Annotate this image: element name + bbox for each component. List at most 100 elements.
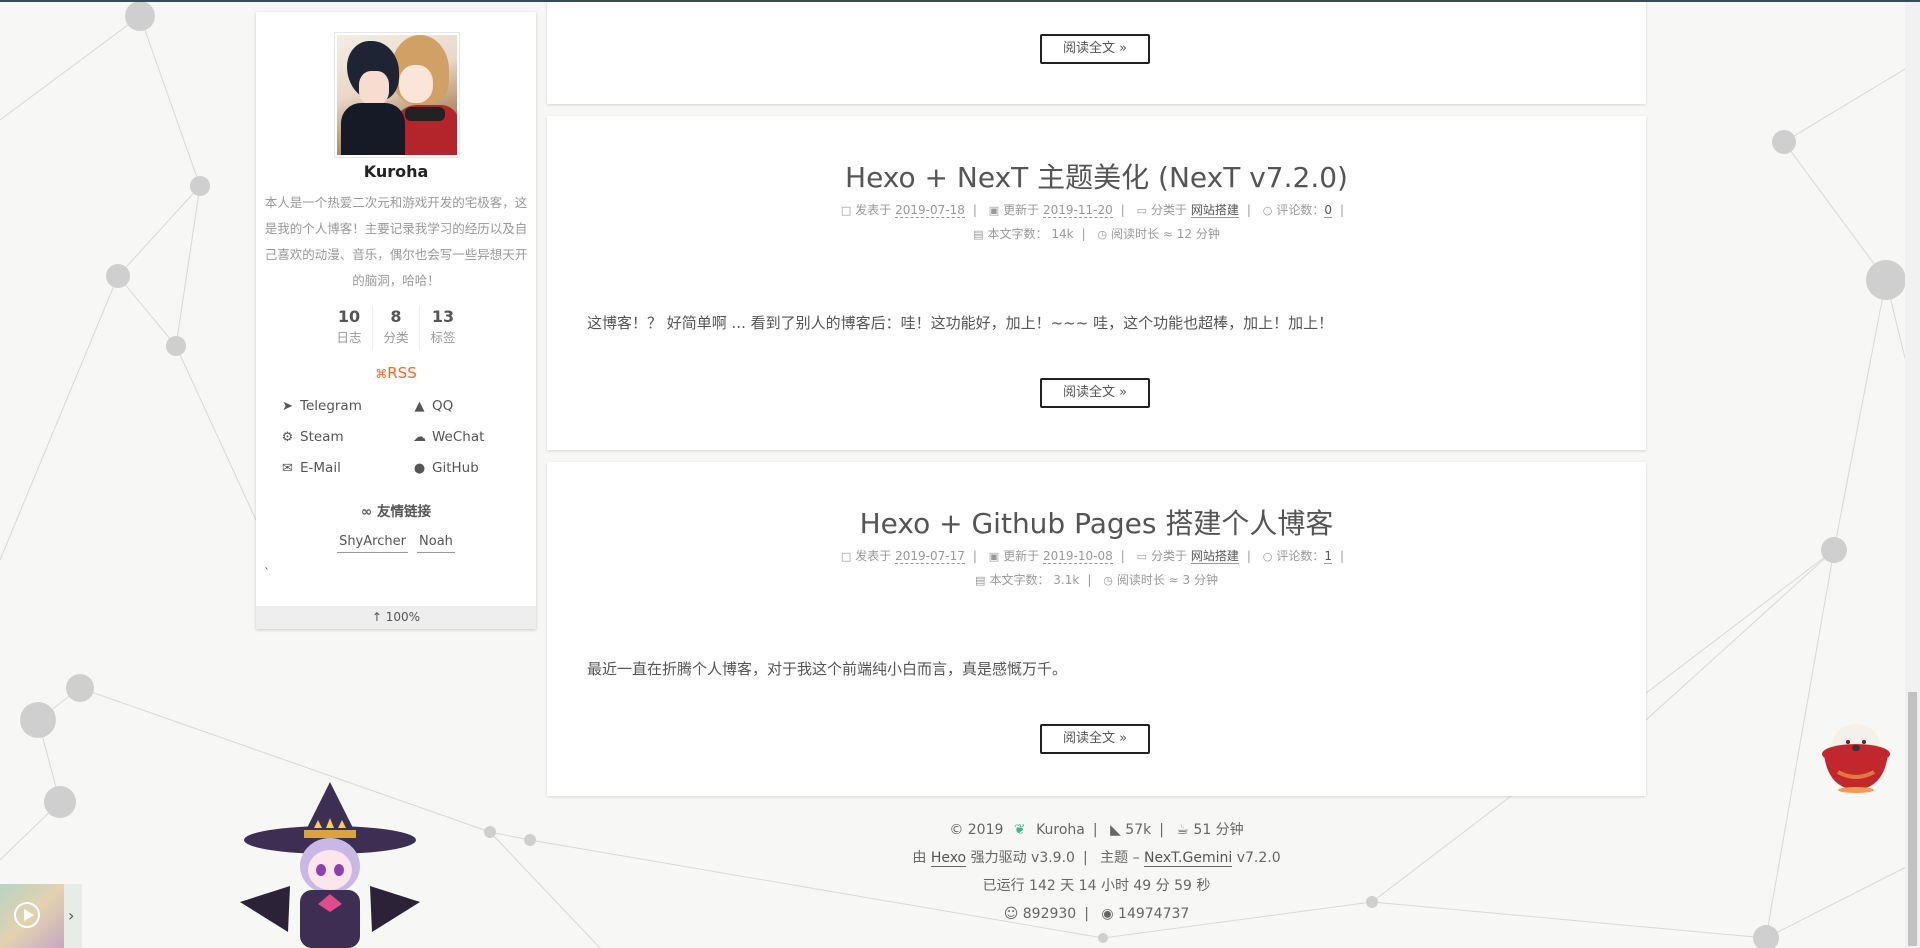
social-github[interactable]: ● GitHub <box>412 460 479 476</box>
friend-link-shyarcher[interactable]: ShyArcher <box>337 532 408 553</box>
site-author-name: Kuroha <box>363 162 429 181</box>
footer-powered-line: 由 Hexo 强力驱动 v3.9.0 | 主题 – NexT.Gemini v7.… <box>912 850 1281 867</box>
footer-total-time: 51 分钟 <box>1193 822 1244 838</box>
read-more-button[interactable]: 阅读全文 » <box>1040 34 1150 64</box>
music-player[interactable]: › <box>0 884 82 948</box>
meta-label: 评论数： <box>1276 203 1325 217</box>
footer-busuanzi-line: ☺ 892930 | ◉ 14974737 <box>1003 906 1190 922</box>
user-icon: ☺ <box>1003 906 1019 922</box>
post-meta: □ 发表于 2019-07-17 | ▣ 更新于 2019-10-08 | ▭ 分类于 网… <box>547 544 1646 569</box>
social-qq[interactable]: ▲ QQ <box>412 398 454 414</box>
friend-links: ShyArcher Noah <box>256 530 536 553</box>
social-email[interactable]: ✉ E-Mail <box>280 460 341 476</box>
meta-label: 更新于 <box>1003 203 1040 217</box>
site-state: 10 日志 8 分类 13 标签 <box>326 306 466 350</box>
post-title[interactable]: Hexo + Github Pages 搭建个人博客 <box>547 502 1646 542</box>
stat-categories[interactable]: 8 分类 <box>372 306 419 350</box>
view-count: 14974737 <box>1118 906 1190 922</box>
sidebar: Kuroha 本人是一个热爱二次元和游戏开发的宅极客，这是我的个人博客！主要记录… <box>256 12 536 629</box>
play-icon[interactable] <box>14 902 40 928</box>
chevron-right-icon[interactable]: › <box>68 906 74 925</box>
clock-icon: ◷ <box>1097 228 1108 241</box>
social-steam[interactable]: ⚙ Steam <box>280 429 344 445</box>
back-to-top[interactable]: ↑ 100% <box>256 606 536 629</box>
player-cover <box>0 884 64 948</box>
calendar-icon: □ <box>840 204 852 217</box>
mascot-dog-in-bowl[interactable] <box>1818 710 1894 794</box>
theme-prefix: 主题 – <box>1100 850 1140 866</box>
stat-label: 标签 <box>430 330 456 345</box>
theme-link[interactable]: NexT.Gemini <box>1144 850 1233 867</box>
post-category-link[interactable]: 网站搭建 <box>1190 549 1239 564</box>
read-more-button[interactable]: 阅读全文 » <box>1040 724 1150 754</box>
social-label: WeChat <box>432 429 485 445</box>
rss-label: RSS <box>387 364 417 382</box>
post-wordcount: 14k <box>1051 227 1074 241</box>
visitor-count: 892930 <box>1022 906 1077 922</box>
social-label: GitHub <box>432 460 479 476</box>
post-title[interactable]: Hexo + NexT 主题美化 (NexT v7.2.0) <box>547 156 1646 196</box>
top-accent-bar <box>0 0 1920 2</box>
meta-label: 分类于 <box>1151 203 1188 217</box>
meta-label: 发表于 <box>855 549 892 563</box>
post-category-link[interactable]: 网站搭建 <box>1190 203 1239 218</box>
stat-label: 分类 <box>383 330 409 345</box>
stat-count: 8 <box>390 307 402 326</box>
live2d-witch-mascot[interactable] <box>230 782 430 948</box>
scrollbar-thumb[interactable] <box>1908 692 1917 946</box>
social-telegram[interactable]: ➤ Telegram <box>280 398 362 414</box>
rss-link[interactable]: ⌘RSS <box>256 364 536 382</box>
post-card: 阅读全文 » <box>547 0 1646 104</box>
steam-icon: ⚙ <box>281 429 294 445</box>
scroll-percent: 100% <box>385 610 421 624</box>
powered-suffix: 强力驱动 v3.9.0 <box>970 850 1075 866</box>
post-meta: □ 发表于 2019-07-18 | ▣ 更新于 2019-11-20 | ▭ 分类于 网… <box>547 198 1646 223</box>
file-icon: ▤ <box>973 228 984 241</box>
footer-author: Kuroha <box>1036 822 1085 838</box>
post-comments-count[interactable]: 0 <box>1324 203 1333 218</box>
post-card: Hexo + NexT 主题美化 (NexT v7.2.0) □ 发表于 2019… <box>547 116 1646 450</box>
footer-total-words: 57k <box>1125 822 1152 838</box>
post-date: 2019-07-17 <box>895 549 965 564</box>
social-wechat[interactable]: ☁ WeChat <box>412 429 484 445</box>
read-more-button[interactable]: 阅读全文 » <box>1040 378 1150 408</box>
meta-label: 本文字数： <box>987 227 1048 241</box>
stat-posts[interactable]: 10 日志 <box>326 306 372 350</box>
link-icon: ∞ <box>361 504 373 520</box>
social-label: QQ <box>432 398 454 414</box>
post-card: Hexo + Github Pages 搭建个人博客 □ 发表于 2019-07-… <box>547 462 1646 796</box>
post-wordcount-meta: ▤ 本文字数： 3.1k | ◷ 阅读时长 ≈ 3 分钟 <box>547 568 1646 593</box>
scrollbar[interactable] <box>1905 0 1920 948</box>
stat-count: 10 <box>337 307 361 326</box>
post-comments-count[interactable]: 1 <box>1324 549 1333 564</box>
chart-area-icon: ◣ <box>1110 822 1121 838</box>
comment-icon: ○ <box>1262 550 1273 563</box>
meta-label: 阅读时长 ≈ <box>1116 573 1179 587</box>
stray-text: ` <box>264 566 270 580</box>
powered-prefix: 由 <box>912 850 927 866</box>
social-label: Telegram <box>300 398 362 414</box>
clock-icon: ◷ <box>1103 574 1113 587</box>
copyright: © 2019 <box>949 822 1004 838</box>
friend-link-noah[interactable]: Noah <box>417 532 455 553</box>
site-footer: © 2019 ❦ Kuroha | ◣ 57k | ☕ 51 分钟 由 Hexo 强… <box>547 816 1646 928</box>
stat-tags[interactable]: 13 标签 <box>419 306 466 350</box>
meta-label: 更新于 <box>1003 549 1040 563</box>
social-label: Steam <box>300 429 344 445</box>
meta-label: 发表于 <box>855 203 892 217</box>
leaf-icon: ❦ <box>1013 822 1026 838</box>
hexo-link[interactable]: Hexo <box>930 850 967 867</box>
meta-label: 评论数： <box>1276 549 1325 563</box>
avatar-image <box>337 35 457 155</box>
friends-title-label: 友情链接 <box>376 504 431 520</box>
theme-version: v7.2.0 <box>1236 850 1281 866</box>
meta-label: 本文字数： <box>989 573 1050 587</box>
avatar[interactable] <box>334 32 460 158</box>
post-excerpt: 最近一直在折腾个人博客，对于我这个前端纯小白而言，真是感慨万千。 <box>587 660 1068 678</box>
wechat-icon: ☁ <box>413 429 426 445</box>
friends-title: ∞ 友情链接 <box>256 500 536 520</box>
calendar-icon: □ <box>840 550 852 563</box>
calendar-check-icon: ▣ <box>988 204 1000 217</box>
footer-runtime: 已运行 142 天 14 小时 49 分 59 秒 <box>982 878 1211 894</box>
post-readtime: 3 分钟 <box>1182 573 1218 587</box>
